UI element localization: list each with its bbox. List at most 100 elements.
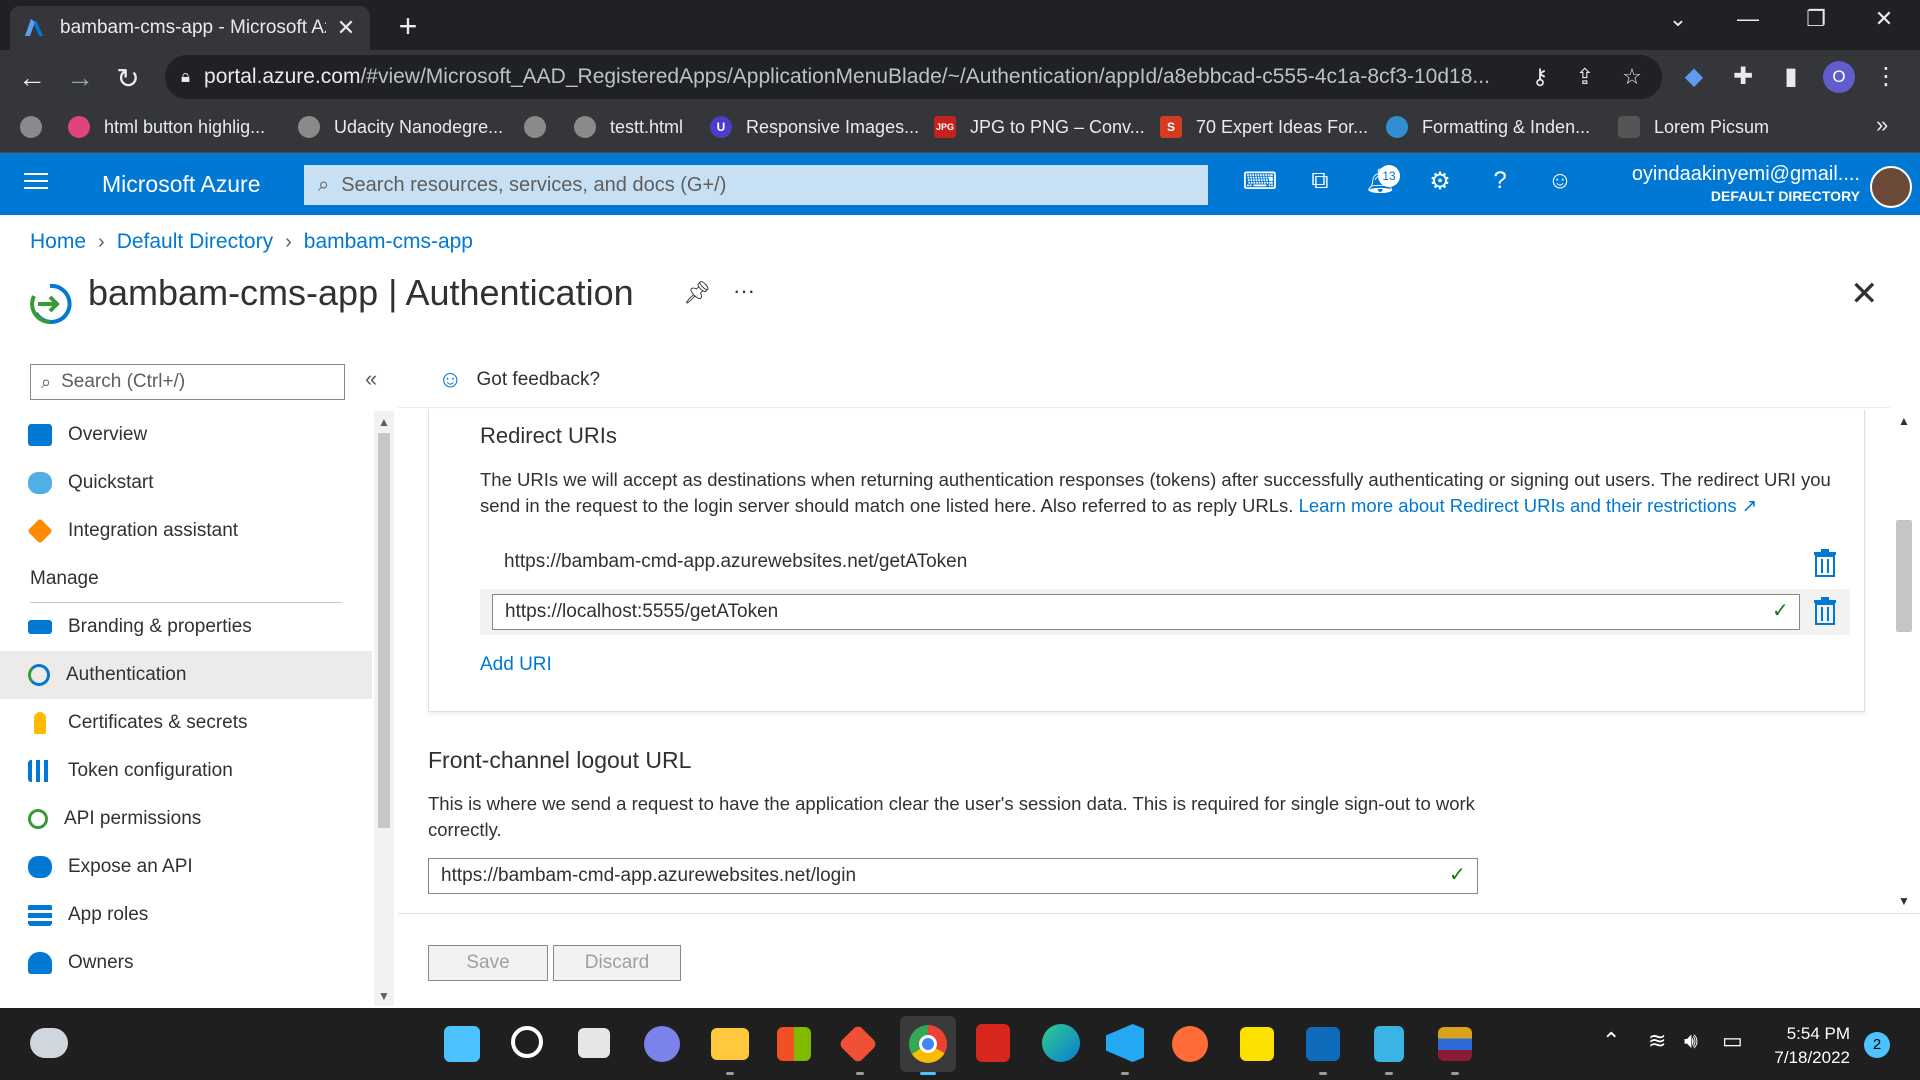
scroll-up-icon[interactable]: ▲ [1898, 414, 1910, 428]
nav-item-api-permissions[interactable]: API permissions [0, 795, 372, 843]
weather-icon[interactable] [30, 1028, 68, 1058]
task-view-icon[interactable] [578, 1028, 610, 1058]
nav-item-branding[interactable]: Branding & properties [0, 603, 372, 651]
user-avatar[interactable] [1870, 166, 1912, 208]
content-scrollbar[interactable]: ▲ ▼ [1893, 408, 1915, 913]
bookmark-item[interactable]: Lorem Picsum [1618, 116, 1769, 138]
winrar-icon[interactable] [1438, 1027, 1472, 1061]
cloud-shell-icon[interactable]: ⌨ [1240, 167, 1280, 201]
feedback-link[interactable]: ☺ Got feedback? [438, 366, 600, 394]
azure-brand[interactable]: Microsoft Azure [102, 171, 261, 198]
nav-item-app-roles[interactable]: App roles [0, 891, 372, 939]
bookmark-item[interactable]: JPG JPG to PNG – Conv... [934, 116, 1145, 138]
address-bar[interactable]: 🔒︎ portal.azure.com/#view/Microsoft_AAD_… [165, 55, 1662, 99]
new-tab-button[interactable]: + [390, 8, 426, 45]
breadcrumb-home[interactable]: Home [30, 230, 86, 254]
scroll-up-icon[interactable]: ▲ [378, 415, 390, 429]
tab-close-icon[interactable]: ✕ [334, 15, 358, 41]
bookmark-item[interactable]: S 70 Expert Ideas For... [1160, 116, 1368, 138]
directory-filter-icon[interactable]: ⧉ [1300, 167, 1340, 201]
store-icon[interactable] [777, 1027, 811, 1061]
bookmark-item[interactable] [524, 116, 560, 138]
password-key-icon[interactable]: ⚷ [1525, 64, 1555, 90]
restore-icon[interactable]: ❐ [1796, 6, 1836, 32]
profile-avatar[interactable]: O [1823, 61, 1855, 93]
redirect-uri-input[interactable]: https://localhost:5555/getAToken [492, 594, 1800, 630]
add-uri-link[interactable]: Add URI [480, 654, 552, 676]
front-channel-logout-input[interactable]: https://bambam-cmd-app.azurewebsites.net… [428, 858, 1478, 894]
collapse-menu-icon[interactable]: « [365, 366, 377, 392]
bookmark-item[interactable]: testt.html [574, 116, 683, 138]
chrome-icon[interactable] [900, 1016, 956, 1072]
account-menu[interactable]: oyindaakinyemi@gmail.... DEFAULT DIRECTO… [1620, 163, 1860, 204]
git-icon[interactable] [838, 1024, 878, 1064]
scroll-down-icon[interactable]: ▼ [378, 989, 390, 1003]
more-options-icon[interactable]: ··· [733, 278, 755, 304]
forward-icon[interactable]: → [62, 62, 98, 94]
nav-item-certificates[interactable]: Certificates & secrets [0, 699, 372, 747]
bookmark-item[interactable]: html button highlig... [68, 116, 265, 138]
nav-item-quickstart[interactable]: Quickstart [0, 459, 372, 507]
nav-item-token-configuration[interactable]: Token configuration [0, 747, 372, 795]
browser-tab[interactable]: bambam-cms-app - Microsoft Az ✕ [10, 6, 370, 50]
search-icon[interactable] [511, 1026, 543, 1058]
redirect-uri-text[interactable]: https://bambam-cmd-app.azurewebsites.net… [504, 551, 967, 573]
teams-chat-icon[interactable] [644, 1026, 680, 1062]
bookmark-item[interactable] [20, 116, 56, 138]
learn-more-link[interactable]: Learn more about Redirect URIs and their… [1299, 495, 1758, 516]
global-search-input[interactable]: ⌕ Search resources, services, and docs (… [304, 165, 1208, 205]
menu-kebab-icon[interactable]: ⋮ [1868, 62, 1904, 91]
postman-icon[interactable] [1172, 1026, 1208, 1062]
share-icon[interactable]: ⇪ [1570, 64, 1600, 90]
reload-icon[interactable]: ↻ [110, 62, 146, 95]
menu-search-input[interactable]: ⌕ Search (Ctrl+/) [30, 364, 345, 400]
nav-item-owners[interactable]: Owners [0, 939, 372, 987]
notification-center-badge[interactable]: 2 [1864, 1032, 1890, 1058]
extensions-puzzle-icon[interactable]: ✚ [1725, 62, 1761, 91]
breadcrumb-directory[interactable]: Default Directory [117, 230, 273, 254]
bookmarks-overflow-icon[interactable]: » [1876, 112, 1888, 138]
scrollbar-thumb[interactable] [1896, 520, 1912, 632]
breadcrumb-app[interactable]: bambam-cms-app [304, 230, 473, 254]
sticky-notes-icon[interactable] [1240, 1027, 1274, 1061]
close-blade-icon[interactable]: ✕ [1850, 274, 1879, 314]
bookmark-item[interactable]: U Responsive Images... [710, 116, 919, 138]
side-panel-icon[interactable]: ▮ [1773, 62, 1809, 91]
acrobat-icon[interactable] [976, 1024, 1010, 1062]
portal-menu-icon[interactable] [24, 173, 48, 194]
window-close-icon[interactable]: ✕ [1864, 6, 1904, 32]
discard-button[interactable]: Discard [553, 945, 681, 981]
photos-icon[interactable] [1306, 1027, 1340, 1061]
file-explorer-icon[interactable] [711, 1028, 749, 1060]
bookmark-item[interactable]: Formatting & Inden... [1386, 116, 1590, 138]
scrollbar-thumb[interactable] [378, 433, 390, 828]
show-hidden-icons-icon[interactable]: ⌃ [1602, 1028, 1620, 1054]
bookmark-star-icon[interactable]: ☆ [1617, 64, 1647, 90]
minimize-icon[interactable]: — [1728, 6, 1768, 32]
menu-scrollbar[interactable]: ▲ ▼ [374, 411, 394, 1006]
bookmark-item[interactable]: Udacity Nanodegre... [298, 116, 503, 138]
volume-icon[interactable]: 🔊︎ [1684, 1028, 1698, 1054]
back-icon[interactable]: ← [14, 62, 50, 94]
feedback-icon[interactable]: ☺ [1540, 167, 1580, 201]
delete-trash-icon[interactable] [1812, 596, 1838, 626]
tab-search-icon[interactable]: ⌄ [1658, 6, 1698, 32]
nav-item-authentication[interactable]: Authentication [0, 651, 372, 699]
help-icon[interactable]: ? [1480, 167, 1520, 201]
scroll-down-icon[interactable]: ▼ [1898, 894, 1910, 908]
battery-icon[interactable]: ▭ [1722, 1028, 1743, 1054]
nav-item-expose-api[interactable]: Expose an API [0, 843, 372, 891]
notepad-icon[interactable] [1374, 1026, 1404, 1062]
save-button[interactable]: Save [428, 945, 548, 981]
start-icon[interactable] [444, 1026, 480, 1062]
edge-icon[interactable] [1042, 1024, 1080, 1062]
pin-icon[interactable]: 📌︎ [683, 280, 711, 306]
settings-gear-icon[interactable]: ⚙ [1420, 167, 1460, 201]
extension-icon[interactable]: ◆ [1676, 62, 1712, 91]
system-clock[interactable]: 5:54 PM 7/18/2022 [1750, 1022, 1850, 1070]
delete-trash-icon[interactable] [1812, 548, 1838, 578]
wifi-icon[interactable]: ≋ [1648, 1028, 1666, 1054]
nav-item-integration-assistant[interactable]: Integration assistant [0, 507, 372, 555]
nav-item-overview[interactable]: Overview [0, 411, 372, 459]
vscode-icon[interactable] [1106, 1024, 1144, 1062]
